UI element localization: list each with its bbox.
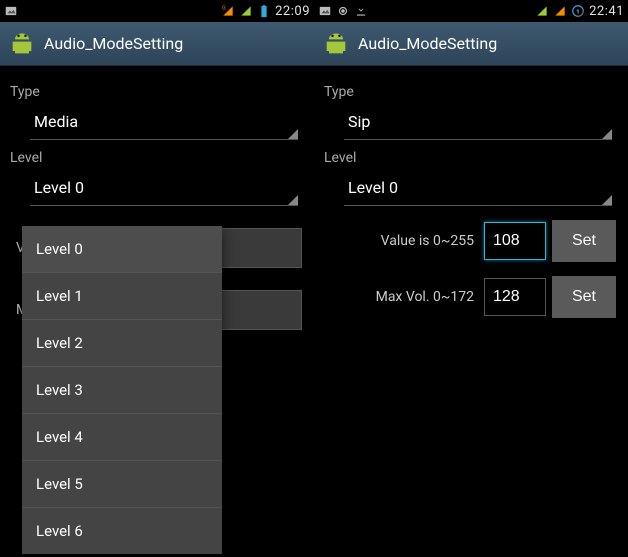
statusbar: G 22:09 — [0, 0, 314, 22]
phone-right: 1 22:41 Audio_ModeSetting Type Sip Level… — [314, 0, 628, 557]
level-spinner-value: Level 0 — [34, 178, 84, 197]
download-icon — [354, 4, 368, 18]
gallery-icon — [4, 4, 18, 18]
level-dropdown: Level 0 Level 1 Level 2 Level 3 Level 4 … — [22, 226, 222, 554]
signal-icon-2 — [553, 4, 567, 18]
value-row: Value is 0~255 Set — [344, 220, 616, 262]
data-saver-icon: 1 — [571, 4, 585, 18]
value-set-button[interactable]: Set — [552, 220, 616, 262]
level-spinner[interactable]: Level 0 — [30, 168, 298, 206]
android-icon — [8, 30, 36, 58]
type-spinner-value: Sip — [348, 112, 370, 131]
signal-icon-1 — [535, 4, 549, 18]
value-label: Value is 0~255 — [344, 233, 478, 249]
gallery-icon — [318, 4, 332, 18]
level-spinner[interactable]: Level 0 — [344, 168, 612, 206]
statusbar: 1 22:41 — [314, 0, 628, 22]
type-spinner-value: Media — [34, 112, 78, 131]
type-label: Type — [322, 74, 620, 102]
appbar-title: Audio_ModeSetting — [44, 34, 183, 53]
svg-text:1: 1 — [576, 9, 579, 15]
appbar-title: Audio_ModeSetting — [358, 34, 497, 53]
dropdown-item-level-3[interactable]: Level 3 — [22, 367, 222, 414]
battery-icon — [257, 4, 271, 18]
phone-left: G 22:09 Audio_ModeSetting Type Media Lev… — [0, 0, 314, 557]
dropdown-item-level-1[interactable]: Level 1 — [22, 273, 222, 320]
level-label: Level — [8, 140, 306, 168]
appbar: Audio_ModeSetting — [0, 22, 314, 66]
max-set-button[interactable]: Set — [552, 276, 616, 318]
type-label: Type — [8, 74, 306, 102]
max-input[interactable] — [484, 278, 546, 316]
type-spinner[interactable]: Sip — [344, 102, 612, 140]
svg-text:G: G — [222, 5, 226, 11]
max-label: Max Vol. 0~172 — [344, 289, 478, 305]
level-spinner-value: Level 0 — [348, 178, 398, 197]
value-input[interactable] — [484, 222, 546, 260]
appbar: Audio_ModeSetting — [314, 22, 628, 66]
dropdown-item-level-4[interactable]: Level 4 — [22, 414, 222, 461]
signal-icon-2 — [239, 4, 253, 18]
clock-text: 22:09 — [275, 4, 310, 19]
android-icon — [322, 30, 350, 58]
type-spinner[interactable]: Media — [30, 102, 298, 140]
dropdown-item-level-2[interactable]: Level 2 — [22, 320, 222, 367]
dropdown-item-level-5[interactable]: Level 5 — [22, 461, 222, 508]
content-area: Type Sip Level Level 0 Value is 0~255 Se… — [314, 66, 628, 340]
dropdown-item-level-0[interactable]: Level 0 — [22, 226, 222, 273]
dropdown-item-level-6[interactable]: Level 6 — [22, 508, 222, 554]
clock-text: 22:41 — [589, 4, 624, 19]
max-row: Max Vol. 0~172 Set — [344, 276, 616, 318]
level-label: Level — [322, 140, 620, 168]
target-icon — [336, 4, 350, 18]
signal-icon-1: G — [221, 4, 235, 18]
